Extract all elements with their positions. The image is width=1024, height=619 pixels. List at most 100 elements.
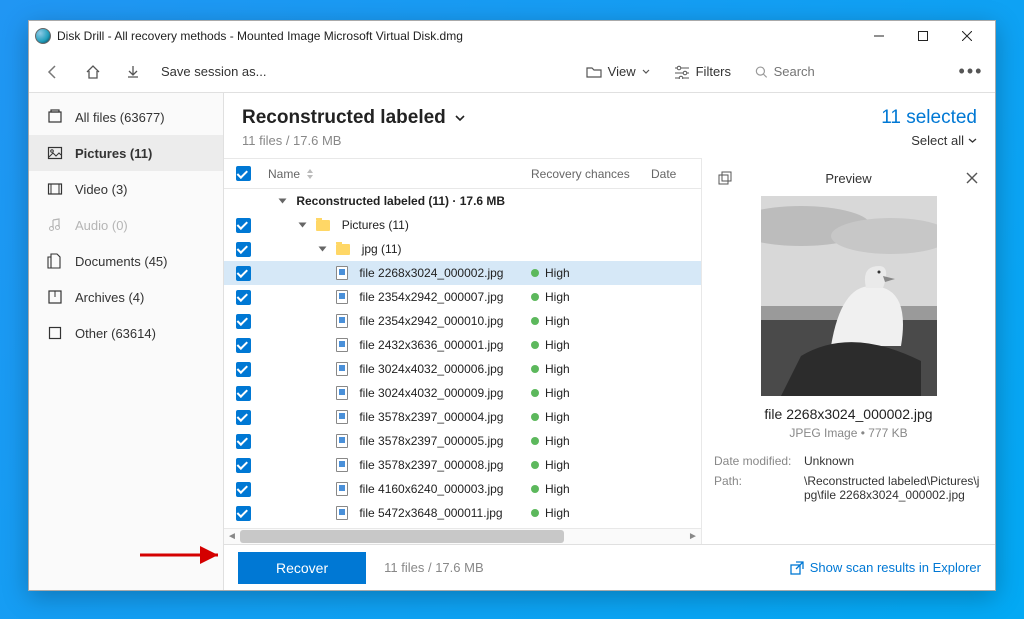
group-row-root[interactable]: Reconstructed labeled (11) · 17.6 MB [224, 189, 701, 213]
meta-key-date: Date modified: [714, 454, 804, 468]
table-row[interactable]: file 2354x2942_000007.jpgHigh [224, 285, 701, 309]
row-checkbox[interactable] [236, 506, 251, 521]
save-session-button[interactable]: Save session as... [161, 64, 267, 79]
external-link-icon [790, 561, 804, 575]
scroll-right-icon[interactable]: ► [685, 529, 701, 544]
content-area: All files (63677) Pictures (11) Video (3… [29, 93, 995, 590]
table-row[interactable]: file 3024x4032_000009.jpgHigh [224, 381, 701, 405]
table-row[interactable]: file 2354x2942_000010.jpgHigh [224, 309, 701, 333]
row-checkbox[interactable] [236, 266, 251, 281]
stack-icon [47, 109, 63, 125]
preview-popout-button[interactable] [714, 167, 736, 189]
sidebar-item-other[interactable]: Other (63614) [29, 315, 223, 351]
row-checkbox[interactable] [236, 482, 251, 497]
preview-filename: file 2268x3024_000002.jpg [714, 406, 983, 422]
view-dropdown[interactable]: View [578, 60, 658, 83]
preview-panel: Preview [701, 158, 995, 544]
table-row[interactable]: file 3024x4032_000006.jpgHigh [224, 357, 701, 381]
row-checkbox[interactable] [236, 314, 251, 329]
sort-icon [306, 169, 314, 179]
search-input[interactable] [774, 64, 939, 79]
row-checkbox[interactable] [236, 410, 251, 425]
row-checkbox[interactable] [236, 386, 251, 401]
row-checkbox[interactable] [236, 242, 251, 257]
image-file-icon [336, 290, 348, 304]
chevron-down-icon [642, 68, 650, 76]
row-checkbox[interactable] [236, 290, 251, 305]
image-file-icon [336, 506, 348, 520]
table-body[interactable]: Reconstructed labeled (11) · 17.6 MB Pic… [224, 189, 701, 528]
recovery-label: High [545, 338, 570, 352]
folder-icon [316, 220, 330, 231]
image-file-icon [336, 266, 348, 280]
recover-button[interactable]: Recover [238, 552, 366, 584]
row-checkbox[interactable] [236, 362, 251, 377]
file-name: file 2354x2942_000007.jpg [359, 290, 503, 304]
search-icon [755, 65, 768, 79]
image-file-icon [336, 434, 348, 448]
sidebar-item-documents[interactable]: Documents (45) [29, 243, 223, 279]
footer-info: 11 files / 17.6 MB [384, 560, 483, 575]
image-file-icon [336, 338, 348, 352]
column-date[interactable]: Date [651, 167, 701, 181]
music-icon [47, 217, 63, 233]
meta-key-path: Path: [714, 474, 804, 502]
main-panel: Reconstructed labeled 11 files / 17.6 MB… [224, 93, 995, 590]
selected-count[interactable]: 11 selected [881, 107, 977, 129]
table-row[interactable]: file 3578x2397_000004.jpgHigh [224, 405, 701, 429]
select-all-checkbox[interactable] [236, 166, 251, 181]
home-button[interactable] [77, 56, 109, 88]
breadcrumb-dropdown[interactable]: Reconstructed labeled [242, 107, 466, 129]
row-checkbox[interactable] [236, 218, 251, 233]
expand-icon[interactable] [319, 247, 327, 252]
file-name: file 3578x2397_000004.jpg [359, 410, 503, 424]
sidebar-item-video[interactable]: Video (3) [29, 171, 223, 207]
save-icon[interactable] [117, 56, 149, 88]
table-row[interactable]: file 5472x3648_000011.jpgHigh [224, 501, 701, 525]
row-checkbox[interactable] [236, 458, 251, 473]
sidebar-item-audio[interactable]: Audio (0) [29, 207, 223, 243]
sidebar-item-archives[interactable]: Archives (4) [29, 279, 223, 315]
recovery-label: High [545, 314, 570, 328]
group-row-pictures[interactable]: Pictures (11) [224, 213, 701, 237]
chevron-down-icon [968, 136, 977, 145]
expand-icon[interactable] [279, 199, 287, 204]
chevron-down-icon [454, 112, 466, 124]
table-row[interactable]: file 2432x3636_000001.jpgHigh [224, 333, 701, 357]
show-in-explorer-link[interactable]: Show scan results in Explorer [790, 560, 981, 575]
column-recovery[interactable]: Recovery chances [531, 167, 651, 181]
file-name: file 2268x3024_000002.jpg [359, 266, 503, 280]
filters-button[interactable]: Filters [666, 60, 739, 83]
table-row[interactable]: file 3578x2397_000005.jpgHigh [224, 429, 701, 453]
search-box[interactable] [747, 60, 947, 83]
table-row[interactable]: file 3578x2397_000008.jpgHigh [224, 453, 701, 477]
maximize-button[interactable] [901, 21, 945, 51]
scroll-left-icon[interactable]: ◄ [224, 529, 240, 544]
group-row-jpg[interactable]: jpg (11) [224, 237, 701, 261]
row-checkbox[interactable] [236, 338, 251, 353]
minimize-button[interactable] [857, 21, 901, 51]
table-row[interactable]: file 2268x3024_000002.jpgHigh [224, 261, 701, 285]
row-checkbox[interactable] [236, 434, 251, 449]
file-name: file 3578x2397_000005.jpg [359, 434, 503, 448]
preview-close-button[interactable] [961, 167, 983, 189]
status-dot-icon [531, 437, 539, 445]
meta-val-date: Unknown [804, 454, 983, 468]
status-dot-icon [531, 461, 539, 469]
status-dot-icon [531, 317, 539, 325]
back-button[interactable] [37, 56, 69, 88]
image-file-icon [336, 362, 348, 376]
close-button[interactable] [945, 21, 989, 51]
image-file-icon [336, 386, 348, 400]
recovery-label: High [545, 482, 570, 496]
select-all-button[interactable]: Select all [881, 133, 977, 148]
sidebar-item-all-files[interactable]: All files (63677) [29, 99, 223, 135]
column-name[interactable]: Name [262, 167, 531, 181]
scrollbar-thumb[interactable] [240, 530, 564, 543]
sidebar-item-pictures[interactable]: Pictures (11) [29, 135, 223, 171]
more-button[interactable]: ••• [955, 56, 987, 88]
table-row[interactable]: file 4160x6240_000003.jpgHigh [224, 477, 701, 501]
expand-icon[interactable] [299, 223, 307, 228]
horizontal-scrollbar[interactable]: ◄ ► [224, 528, 701, 544]
image-file-icon [336, 458, 348, 472]
